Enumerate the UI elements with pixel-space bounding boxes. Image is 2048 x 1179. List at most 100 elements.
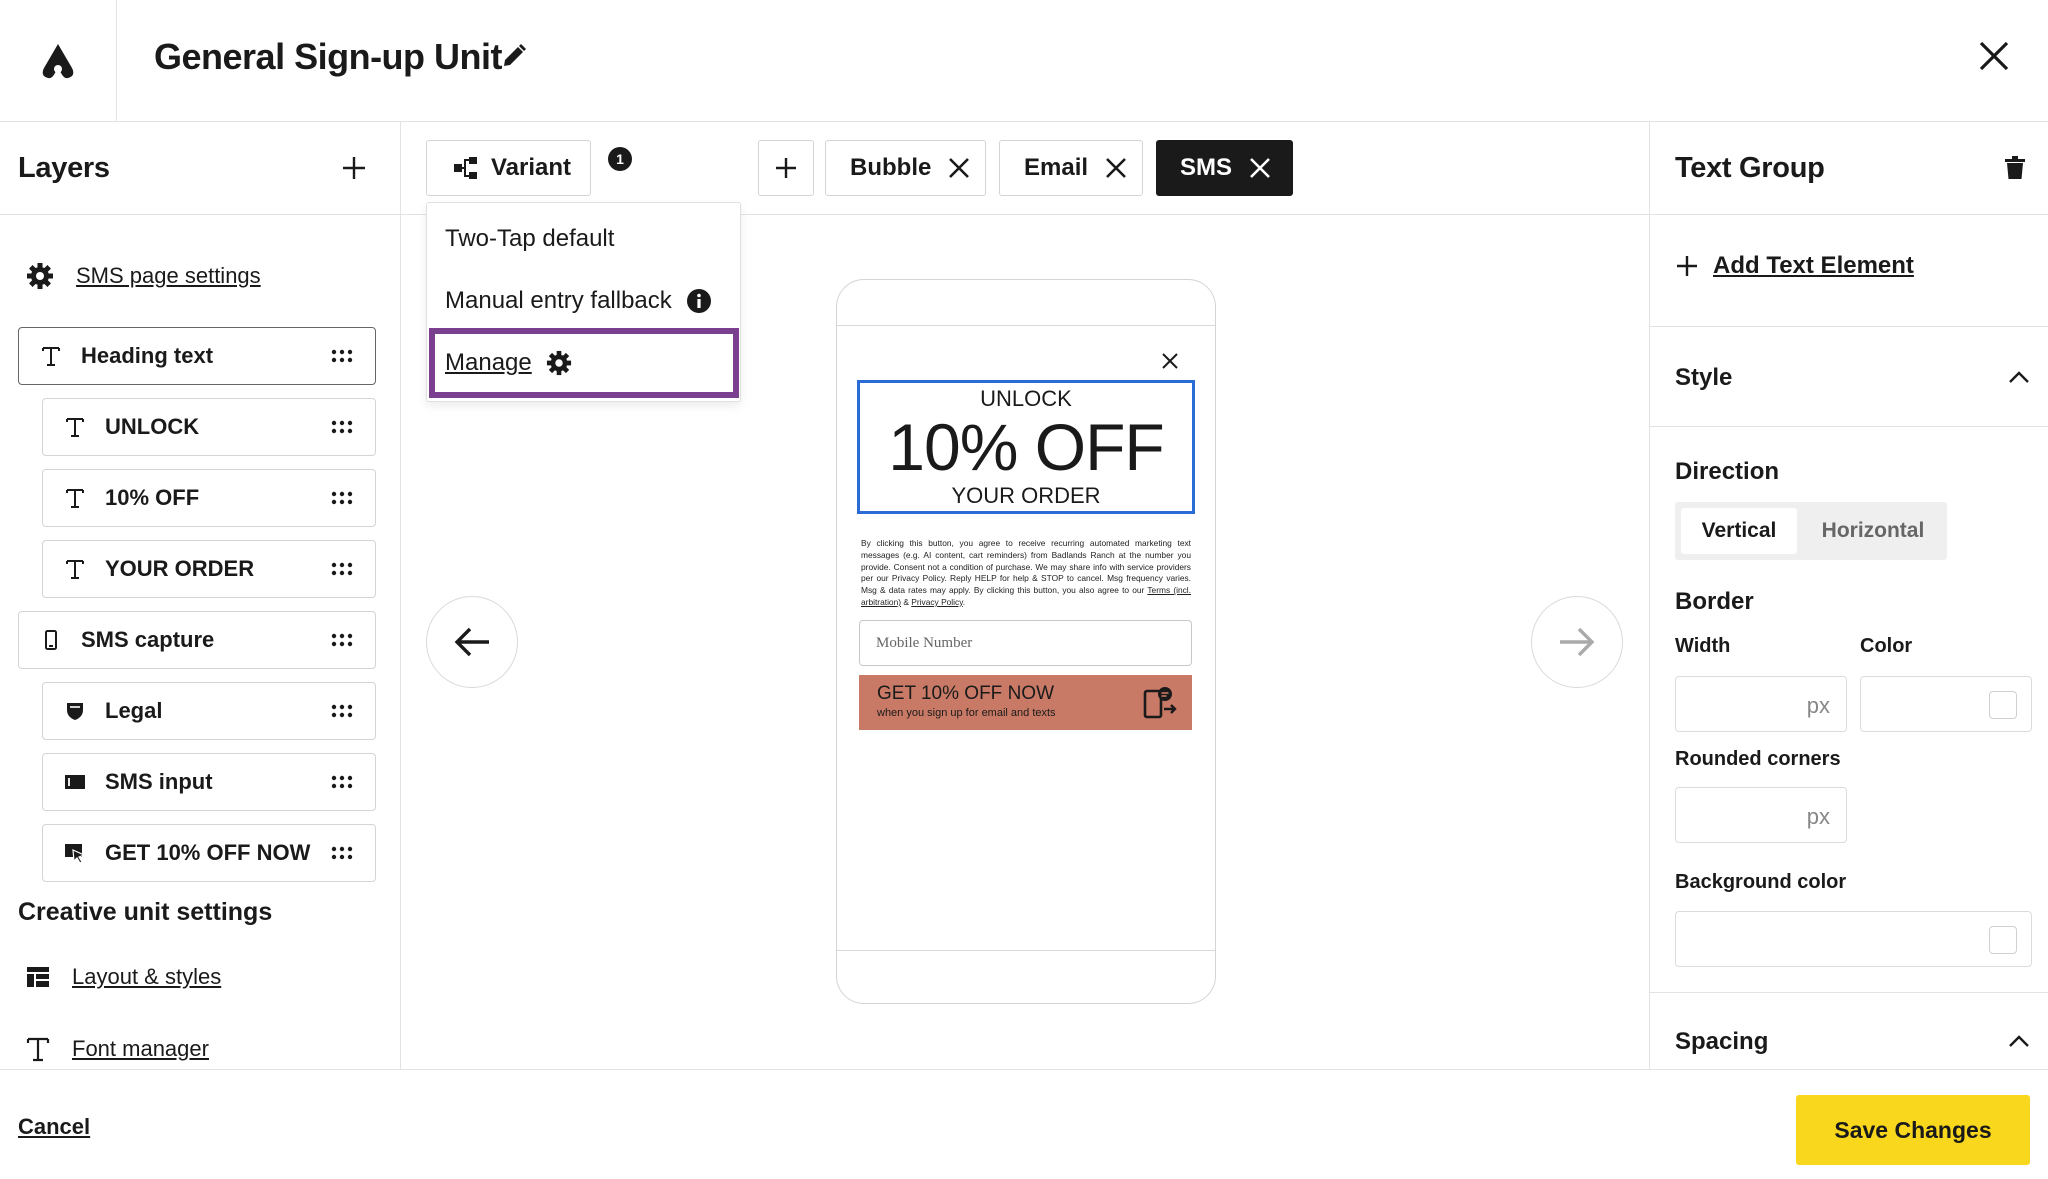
layer-get-10-off-now[interactable]: GET 10% OFF NOW — [42, 824, 376, 882]
previous-arrow-button[interactable] — [426, 596, 518, 688]
drag-handle-icon[interactable] — [331, 561, 353, 577]
tab-email-label: Email — [1024, 154, 1089, 181]
properties-header: Text Group — [1650, 122, 2048, 215]
drag-handle-icon[interactable] — [331, 632, 353, 648]
text-icon — [63, 486, 87, 510]
drag-handle-icon[interactable] — [331, 490, 353, 506]
direction-label: Direction — [1675, 458, 1780, 485]
layout-styles-link[interactable]: Layout & styles — [26, 964, 221, 990]
page-title: General Sign-up Unit — [154, 36, 503, 77]
direction-vertical-option[interactable]: Vertical — [1681, 508, 1797, 554]
close-tab-icon[interactable] — [1104, 156, 1128, 180]
spacing-section-title[interactable]: Spacing — [1675, 1028, 1768, 1056]
properties-panel: Text Group Add Text Element Style Direct… — [1649, 122, 2048, 1070]
px-unit: px — [1806, 804, 1830, 829]
modal-close-icon[interactable] — [1161, 352, 1179, 370]
layer-label: UNLOCK — [105, 414, 200, 439]
add-layer-plus-icon[interactable] — [340, 154, 368, 182]
privacy-link[interactable]: Privacy Policy — [911, 597, 963, 607]
add-tab-button[interactable] — [758, 140, 814, 196]
phone-preview: UNLOCK 10% OFF YOUR ORDER By clicking th… — [836, 279, 1216, 1004]
save-changes-button[interactable]: Save Changes — [1796, 1095, 2030, 1165]
mobile-number-input[interactable]: Mobile Number — [859, 620, 1192, 666]
divider — [1650, 426, 2048, 427]
plus-icon — [1677, 256, 1697, 276]
menu-item-manual-entry-fallback[interactable]: Manual entry fallback — [445, 287, 712, 315]
tab-bubble[interactable]: Bubble — [825, 140, 986, 196]
app-logo[interactable] — [0, 0, 117, 121]
sms-phone-icon — [1143, 687, 1177, 719]
drag-handle-icon[interactable] — [331, 845, 353, 861]
preview-legal-text[interactable]: By clicking this button, you agree to re… — [861, 538, 1191, 609]
preview-10-off[interactable]: 10% OFF — [860, 414, 1192, 480]
border-label: Border — [1675, 588, 1754, 615]
info-icon[interactable] — [686, 288, 712, 314]
next-arrow-button[interactable] — [1531, 596, 1623, 688]
selected-heading-group[interactable]: UNLOCK 10% OFF YOUR ORDER — [857, 380, 1195, 514]
border-width-input[interactable]: px — [1675, 676, 1847, 732]
layer-10-off[interactable]: 10% OFF — [42, 469, 376, 527]
layer-label: SMS capture — [81, 627, 215, 652]
phone-icon — [39, 628, 63, 652]
layout-icon — [27, 967, 49, 987]
sms-page-settings-label[interactable]: SMS page settings — [76, 263, 261, 289]
layout-styles-label[interactable]: Layout & styles — [72, 964, 221, 990]
cta-button[interactable]: GET 10% OFF NOW when you sign up for ema… — [859, 675, 1192, 730]
color-swatch[interactable] — [1989, 926, 2017, 954]
menu-item-two-tap-default[interactable]: Two-Tap default — [445, 225, 614, 253]
layer-heading-text[interactable]: Heading text — [18, 327, 376, 385]
button-cursor-icon — [63, 841, 87, 865]
rounded-corners-input[interactable]: px — [1675, 787, 1847, 843]
trash-icon[interactable] — [2004, 156, 2026, 180]
attentive-logo-icon — [42, 43, 74, 78]
drag-handle-icon[interactable] — [331, 348, 353, 364]
layer-sms-input[interactable]: SMS input — [42, 753, 376, 811]
color-swatch[interactable] — [1989, 691, 2017, 719]
layers-title: Layers — [18, 152, 110, 184]
preview-your-order[interactable]: YOUR ORDER — [860, 483, 1192, 509]
input-field-icon — [63, 770, 87, 794]
properties-title: Text Group — [1675, 152, 1825, 184]
variant-branch-icon — [454, 157, 477, 179]
close-tab-icon[interactable] — [1248, 156, 1272, 180]
layers-panel: Layers SMS page settings Heading text UN… — [0, 122, 401, 1070]
add-text-element-button[interactable]: Add Text Element — [1675, 252, 1914, 280]
drag-handle-icon[interactable] — [331, 703, 353, 719]
direction-toggle: Vertical Horizontal — [1675, 502, 1947, 560]
border-color-input[interactable] — [1860, 676, 2032, 732]
top-bar: General Sign-up Unit — [0, 0, 2048, 122]
drag-handle-icon[interactable] — [331, 419, 353, 435]
preview-unlock[interactable]: UNLOCK — [860, 386, 1192, 412]
divider — [1650, 992, 2048, 993]
pencil-icon[interactable] — [500, 42, 528, 70]
menu-item-label: Two-Tap default — [445, 225, 615, 252]
font-manager-link[interactable]: Font manager — [26, 1036, 209, 1062]
px-unit: px — [1806, 693, 1830, 718]
tab-email[interactable]: Email — [999, 140, 1143, 196]
close-tab-icon[interactable] — [947, 156, 971, 180]
plus-icon — [776, 158, 796, 178]
legal-and: & — [901, 596, 912, 607]
font-manager-label[interactable]: Font manager — [72, 1036, 209, 1062]
layer-unlock[interactable]: UNLOCK — [42, 398, 376, 456]
arrow-right-icon — [1560, 627, 1595, 657]
menu-item-manage[interactable]: Manage — [445, 349, 572, 377]
layer-legal[interactable]: Legal — [42, 682, 376, 740]
style-section-title[interactable]: Style — [1675, 364, 1732, 392]
chevron-up-icon[interactable] — [2008, 1034, 2030, 1048]
variant-button[interactable]: Variant 1 — [426, 140, 632, 196]
tab-sms[interactable]: SMS — [1156, 140, 1293, 196]
gear-icon — [546, 350, 571, 376]
cancel-button[interactable]: Cancel — [18, 1114, 90, 1140]
rounded-corners-label: Rounded corners — [1675, 748, 1841, 770]
background-color-input[interactable] — [1675, 911, 2032, 967]
close-icon[interactable] — [1978, 40, 2010, 72]
sms-page-settings-link[interactable]: SMS page settings — [26, 262, 261, 290]
layer-label: SMS input — [105, 769, 213, 794]
layer-sms-capture[interactable]: SMS capture — [18, 611, 376, 669]
drag-handle-icon[interactable] — [331, 774, 353, 790]
layer-your-order[interactable]: YOUR ORDER — [42, 540, 376, 598]
direction-horizontal-option[interactable]: Horizontal — [1805, 508, 1941, 554]
phone-bottom-divider — [837, 950, 1215, 951]
chevron-up-icon[interactable] — [2008, 370, 2030, 384]
